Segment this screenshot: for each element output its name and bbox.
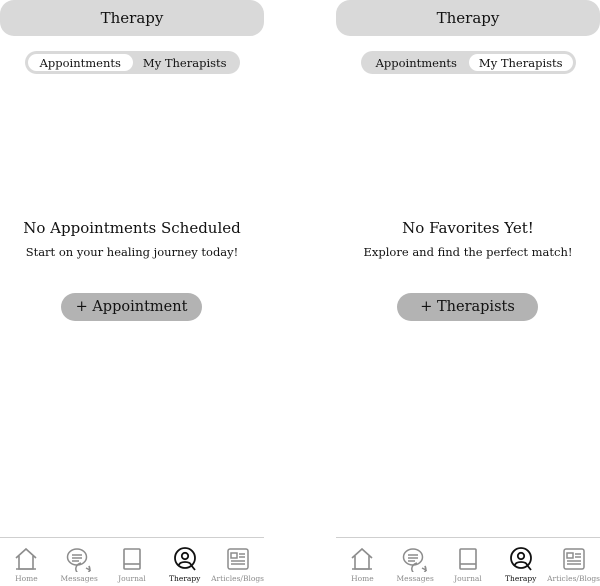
tab-messages[interactable]: Messages bbox=[53, 538, 106, 586]
tab-journal[interactable]: Journal bbox=[442, 538, 495, 586]
tab-label: Articles/Blogs bbox=[211, 574, 265, 583]
empty-state-subtitle: Explore and find the perfect match! bbox=[363, 245, 573, 259]
home-icon bbox=[351, 547, 373, 570]
tab-journal[interactable]: Journal bbox=[106, 538, 159, 586]
tab-therapy[interactable]: Therapy bbox=[494, 538, 547, 586]
segmented-toggle: Appointments My Therapists bbox=[25, 51, 240, 74]
therapy-icon bbox=[509, 547, 532, 571]
tab-label: Journal bbox=[454, 574, 482, 583]
tab-label: Journal bbox=[118, 574, 146, 583]
therapy-icon bbox=[173, 547, 196, 571]
page-header: Therapy bbox=[0, 0, 264, 36]
tab-messages[interactable]: Messages bbox=[389, 538, 442, 586]
tab-my-therapists[interactable]: My Therapists bbox=[468, 54, 573, 71]
empty-state-title: No Appointments Scheduled bbox=[23, 219, 241, 237]
articles-icon bbox=[226, 548, 249, 570]
tab-label: Therapy bbox=[169, 574, 201, 583]
articles-icon bbox=[562, 548, 585, 570]
messages-icon bbox=[66, 548, 92, 572]
messages-icon bbox=[402, 548, 428, 572]
tab-label: Home bbox=[15, 574, 38, 583]
tab-articles[interactable]: Articles/Blogs bbox=[547, 538, 600, 586]
tab-label: Therapy bbox=[505, 574, 537, 583]
page-header: Therapy bbox=[336, 0, 600, 36]
tab-label: Messages bbox=[60, 574, 98, 583]
tab-label: Messages bbox=[396, 574, 434, 583]
bottom-tab-bar: Home Messages Journal Therapy Articles/B… bbox=[336, 537, 600, 586]
tab-home[interactable]: Home bbox=[336, 538, 389, 586]
tab-label: Home bbox=[351, 574, 374, 583]
empty-state-title: No Favorites Yet! bbox=[402, 219, 534, 237]
page-title: Therapy bbox=[100, 9, 164, 27]
tab-home[interactable]: Home bbox=[0, 538, 53, 586]
segmented-toggle: Appointments My Therapists bbox=[361, 51, 576, 74]
page-title: Therapy bbox=[436, 9, 500, 27]
tab-appointments[interactable]: Appointments bbox=[28, 54, 133, 71]
my-therapists-screen: Therapy Appointments My Therapists No Fa… bbox=[336, 0, 600, 585]
tab-label: Articles/Blogs bbox=[547, 574, 600, 583]
add-appointment-button[interactable]: + Appointment bbox=[61, 293, 202, 321]
bottom-tab-bar: Home Messages Journal Therapy Articles/B… bbox=[0, 537, 264, 586]
tab-my-therapists[interactable]: My Therapists bbox=[133, 54, 238, 71]
add-therapists-button[interactable]: + Therapists bbox=[397, 293, 538, 321]
home-icon bbox=[15, 547, 37, 570]
journal-icon bbox=[123, 548, 141, 570]
tab-therapy[interactable]: Therapy bbox=[158, 538, 211, 586]
tab-articles[interactable]: Articles/Blogs bbox=[211, 538, 264, 586]
journal-icon bbox=[459, 548, 477, 570]
tab-appointments[interactable]: Appointments bbox=[364, 54, 469, 71]
empty-state-subtitle: Start on your healing journey today! bbox=[25, 245, 239, 259]
appointments-screen: Therapy Appointments My Therapists No Ap… bbox=[0, 0, 264, 585]
